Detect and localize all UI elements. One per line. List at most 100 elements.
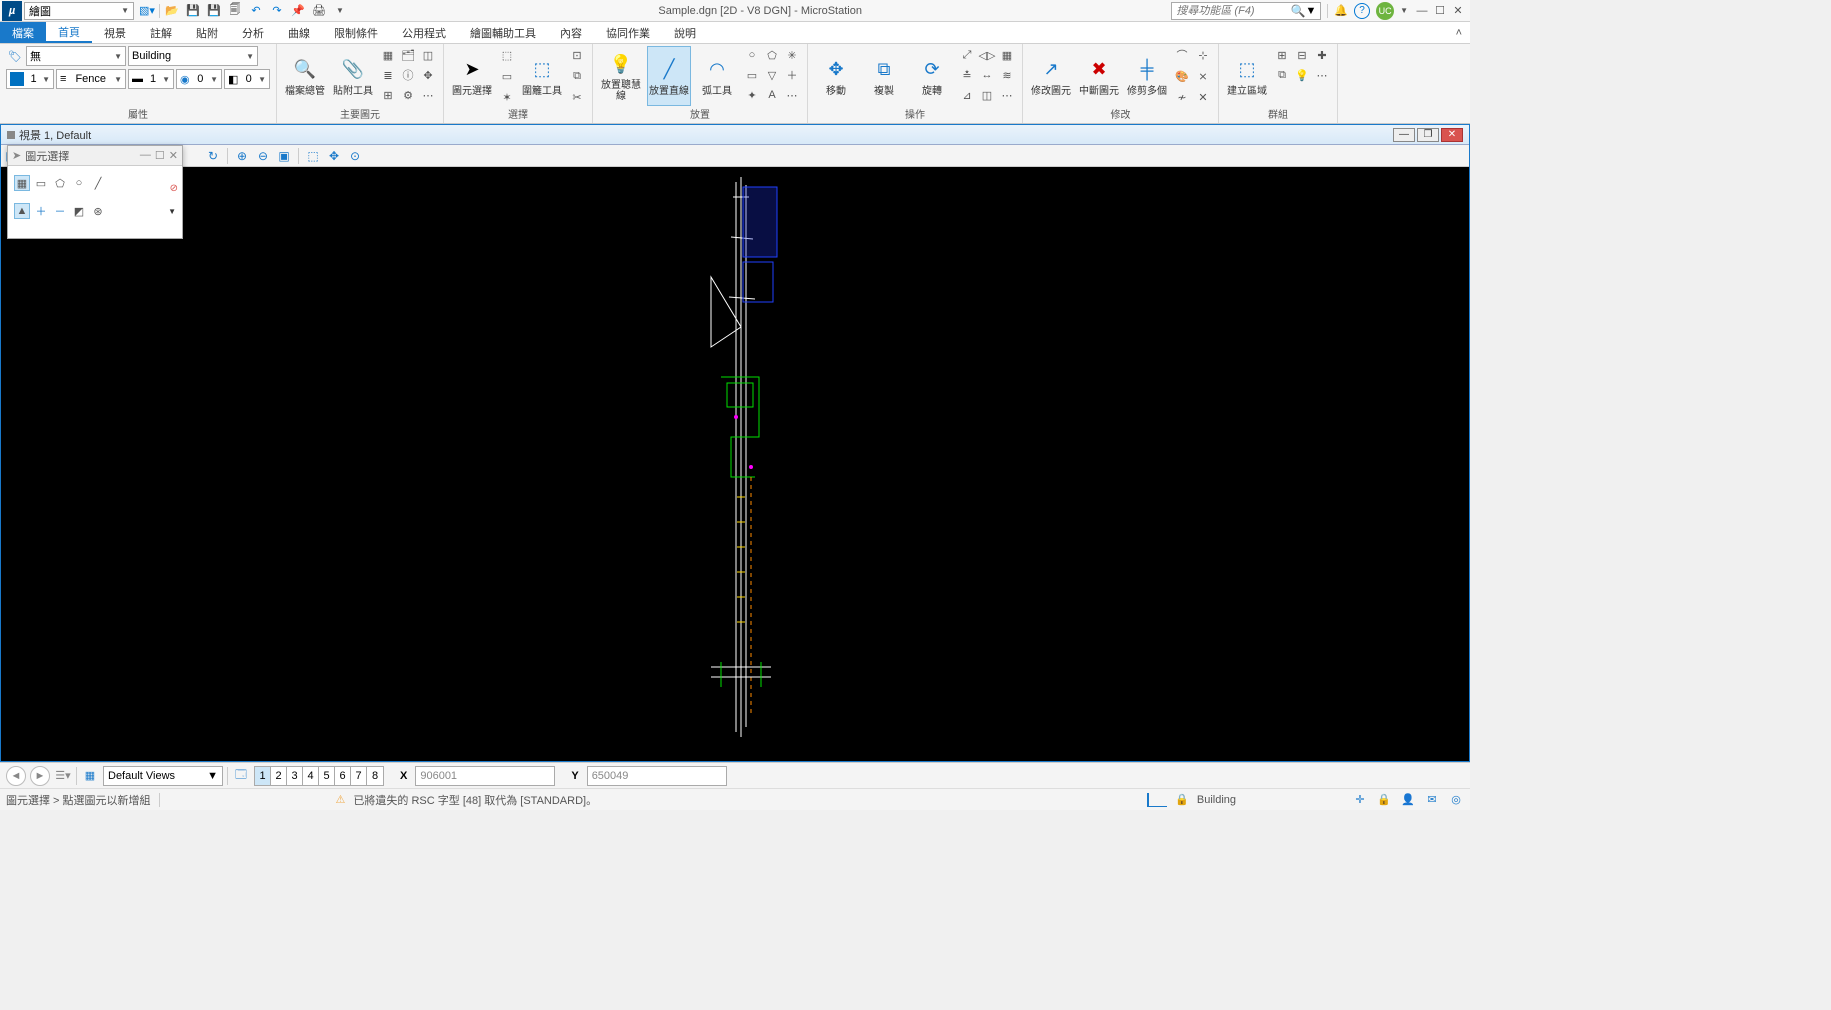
undo-icon[interactable]: ↶ [247, 2, 265, 20]
more2-icon[interactable]: ⋯ [783, 86, 801, 104]
fit-icon[interactable]: ▣ [275, 147, 293, 165]
ribbon-search-input[interactable] [1176, 5, 1290, 17]
tool3-icon[interactable]: ⊞ [379, 86, 397, 104]
tab-file[interactable]: 檔案 [0, 22, 46, 43]
rotate-button[interactable]: ⟳旋轉 [910, 46, 954, 106]
workflow-combo[interactable]: 繪圖 ▼ [24, 2, 134, 20]
view-toggle-1[interactable]: 1 [255, 767, 271, 785]
stretch-icon[interactable]: ↔ [978, 66, 996, 84]
sel-circle-icon[interactable]: ○ [71, 175, 87, 191]
grp3-icon[interactable]: ✚ [1313, 46, 1331, 64]
close-icon[interactable]: ✕ [1450, 4, 1466, 18]
tool2-icon[interactable]: ✥ [419, 66, 437, 84]
models-icon[interactable]: ▦ [379, 46, 397, 64]
level-indicator-icon[interactable] [1147, 793, 1167, 807]
view-titlebar[interactable]: 視景 1, Default — ❐ ✕ [1, 125, 1469, 145]
offset-icon[interactable]: ≋ [998, 66, 1016, 84]
modify-element-button[interactable]: ↗修改圖元 [1029, 46, 1073, 106]
print-icon[interactable]: 🖨 [310, 2, 328, 20]
locks-icon[interactable]: 🔒 [1376, 792, 1392, 808]
sel-block-icon[interactable]: ▭ [33, 175, 49, 191]
move-button[interactable]: ✥移動 [814, 46, 858, 106]
view-toggle-8[interactable]: 8 [367, 767, 383, 785]
tab-attach[interactable]: 貼附 [184, 22, 230, 43]
plus-icon[interactable]: ＋ [783, 66, 801, 84]
open-icon[interactable]: 📂 [163, 2, 181, 20]
tab-utilities[interactable]: 公用程式 [390, 22, 458, 43]
levels-icon[interactable]: ≣ [379, 66, 397, 84]
pan-icon[interactable]: ⊙ [346, 147, 364, 165]
element-selection-toolbox[interactable]: ➤ 圖元選擇 — ☐ ✕ ▦ ▭ ⬠ ○ ╱ ▲ ＋ － ◩ ⊛ [7, 145, 183, 239]
help-icon[interactable]: ? [1354, 3, 1370, 19]
tab-annotate[interactable]: 註解 [138, 22, 184, 43]
mod5-icon[interactable]: ≁ [1173, 88, 1191, 106]
fence-opt1-icon[interactable]: ⊡ [568, 46, 586, 64]
view-group-combo[interactable]: Default Views ▼ [103, 766, 223, 786]
tab-constraints[interactable]: 限制條件 [322, 22, 390, 43]
save-icon[interactable]: 💾 [184, 2, 202, 20]
refresh-icon[interactable]: ↻ [204, 147, 222, 165]
select-none-icon[interactable] [158, 174, 176, 192]
circle-icon[interactable]: ○ [743, 46, 761, 64]
tab-content[interactable]: 內容 [548, 22, 594, 43]
set-mark-icon[interactable]: 📌 [289, 2, 307, 20]
view-restore-icon[interactable]: ❐ [1417, 128, 1439, 142]
mode-add-icon[interactable]: ＋ [33, 203, 49, 219]
smartline-button[interactable]: 💡放置聰慧線 [599, 46, 643, 106]
select-handles-icon[interactable] [143, 202, 161, 220]
element-selection-button[interactable]: ➤圖元選擇 [450, 46, 494, 106]
sel-shape-icon[interactable]: ⬠ [52, 175, 68, 191]
sel-misc2-icon[interactable]: ▭ [498, 67, 516, 85]
window-area-icon[interactable]: ⬚ [304, 147, 322, 165]
grp1-icon[interactable]: ⊞ [1273, 46, 1291, 64]
view-toggle-6[interactable]: 6 [335, 767, 351, 785]
mode-all-icon[interactable]: ⊛ [90, 203, 106, 219]
tab-analyze[interactable]: 分析 [230, 22, 276, 43]
message-center-icon[interactable]: ✉ [1424, 792, 1440, 808]
grp4-icon[interactable]: ⧉ [1273, 66, 1291, 84]
copy-button[interactable]: ⧉複製 [862, 46, 906, 106]
view-toggle-2[interactable]: 2 [271, 767, 287, 785]
chevron-down-icon[interactable]: ▼ [1400, 6, 1408, 15]
grp6-icon[interactable]: ⋯ [1313, 66, 1331, 84]
ribbon-search[interactable]: 🔍 ▼ [1171, 2, 1321, 20]
mirror-icon[interactable]: ◁▷ [978, 46, 996, 64]
active-level-name[interactable]: Building [1197, 794, 1236, 806]
drawing-canvas[interactable] [1, 167, 1469, 761]
toolbox-close-icon[interactable]: ✕ [169, 149, 178, 162]
view-toggle-5[interactable]: 5 [319, 767, 335, 785]
nav-back-icon[interactable]: ◄ [6, 766, 26, 786]
mod3-icon[interactable]: 🎨 [1173, 67, 1191, 85]
array-icon[interactable]: ▦ [998, 46, 1016, 64]
spark-icon[interactable]: ✳ [783, 46, 801, 64]
tool1-icon[interactable]: ◫ [419, 46, 437, 64]
props-icon[interactable]: ⓘ [399, 66, 417, 84]
qat-customize-icon[interactable]: ▼ [331, 2, 349, 20]
create-region-button[interactable]: ⬚建立區域 [1225, 46, 1269, 106]
arc-tools-button[interactable]: ◠弧工具 [695, 46, 739, 106]
refs-icon[interactable]: 🗂 [399, 46, 417, 64]
text-a-icon[interactable]: A [763, 86, 781, 104]
tool4-icon[interactable]: ⚙ [399, 86, 417, 104]
mode-sub-icon[interactable]: － [52, 203, 68, 219]
attach-tools-button[interactable]: 📎貼附工具 [331, 46, 375, 106]
mode-new-icon[interactable]: ▲ [14, 203, 30, 219]
dgn-status-icon[interactable]: ◎ [1448, 792, 1464, 808]
fence-opt2-icon[interactable]: ⧉ [568, 67, 586, 85]
mod6-icon[interactable]: ✕ [1194, 88, 1212, 106]
view-toggle-7[interactable]: 7 [351, 767, 367, 785]
more-icon[interactable]: ⋯ [419, 86, 437, 104]
template-combo[interactable]: 無▼ [26, 46, 126, 66]
warning-icon[interactable]: ⚠ [336, 793, 346, 806]
view-toggle-3[interactable]: 3 [287, 767, 303, 785]
toolbox-expand-icon[interactable]: ▼ [168, 207, 176, 216]
place-line-button[interactable]: ╱放置直線 [647, 46, 691, 106]
sel-misc1-icon[interactable]: ⬚ [498, 46, 516, 64]
maximize-icon[interactable]: ☐ [1432, 4, 1448, 18]
minimize-icon[interactable]: — [1414, 4, 1430, 18]
mode-invert-icon[interactable]: ◩ [71, 203, 87, 219]
grp2-icon[interactable]: ⊟ [1293, 46, 1311, 64]
notifications-icon[interactable]: 🔔 [1334, 4, 1348, 17]
snap-icon[interactable]: ✛ [1352, 792, 1368, 808]
fence-tools-button[interactable]: ⬚圍籬工具 [520, 46, 564, 106]
